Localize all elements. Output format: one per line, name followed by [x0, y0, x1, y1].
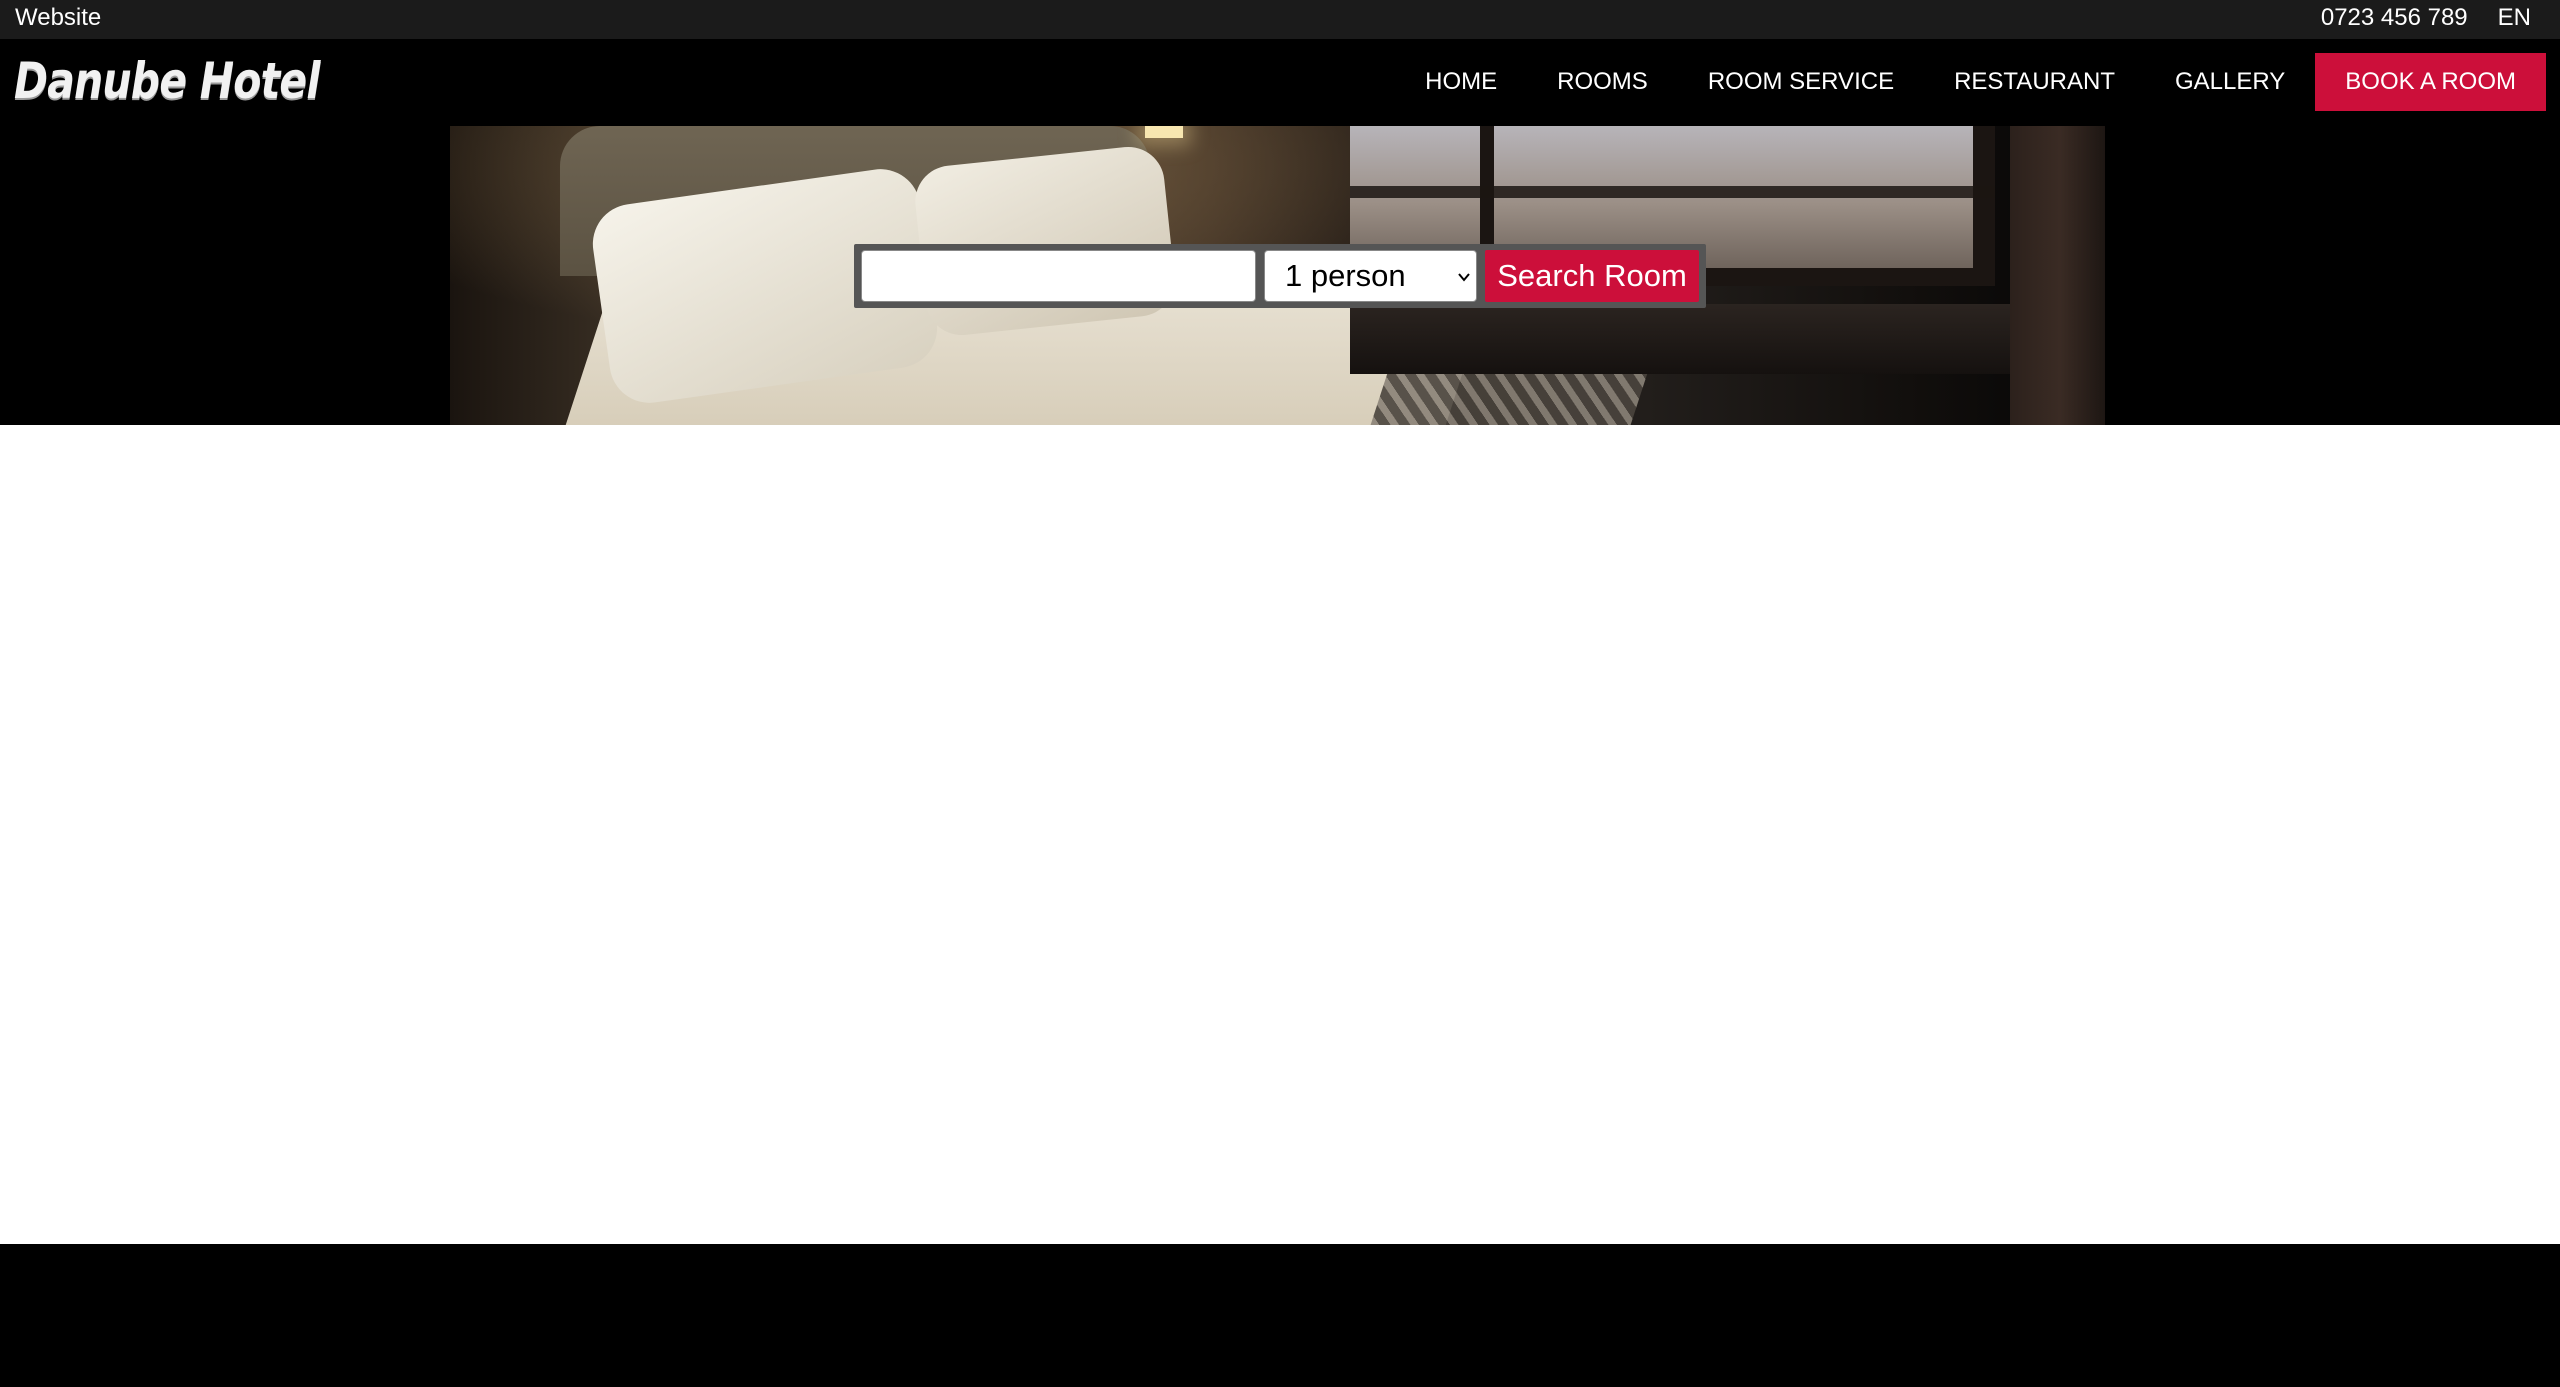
room-search-form: 1 person Search Room [854, 244, 1706, 308]
hero-banner: 1 person Search Room [0, 126, 2560, 425]
persons-selected-value: 1 person [1285, 258, 1406, 293]
chevron-down-icon [1458, 273, 1470, 282]
persons-select[interactable]: 1 person [1264, 250, 1477, 302]
search-input[interactable] [861, 250, 1256, 302]
search-room-button[interactable]: Search Room [1485, 250, 1699, 302]
main-nav: HOME ROOMS ROOM SERVICE RESTAURANT GALLE… [1395, 53, 2546, 111]
wall-lamp-shape [1145, 126, 1183, 138]
phone-number[interactable]: 0723 456 789 [2321, 0, 2468, 36]
nav-gallery[interactable]: GALLERY [2145, 53, 2315, 111]
pillow-shape [911, 143, 1179, 339]
book-a-room-button[interactable]: BOOK A ROOM [2315, 53, 2546, 111]
main-navbar: Danube Hotel HOME ROOMS ROOM SERVICE RES… [0, 39, 2560, 126]
nav-home[interactable]: HOME [1395, 53, 1527, 111]
footer [0, 1244, 2560, 1387]
language-switcher[interactable]: EN [2498, 0, 2531, 36]
nav-rooms[interactable]: ROOMS [1527, 53, 1678, 111]
nav-room-service[interactable]: ROOM SERVICE [1678, 53, 1924, 111]
topbar-right: 0723 456 789 EN [2321, 0, 2531, 36]
top-utility-bar: Website 0723 456 789 EN [0, 0, 2560, 39]
main-content-area [0, 425, 2560, 1244]
hotel-logo[interactable]: Danube Hotel [14, 49, 320, 113]
curtain-shape [2010, 126, 2105, 425]
nav-restaurant[interactable]: RESTAURANT [1924, 53, 2145, 111]
window-sill-shape [1350, 304, 2030, 374]
site-label: Website [15, 4, 102, 31]
